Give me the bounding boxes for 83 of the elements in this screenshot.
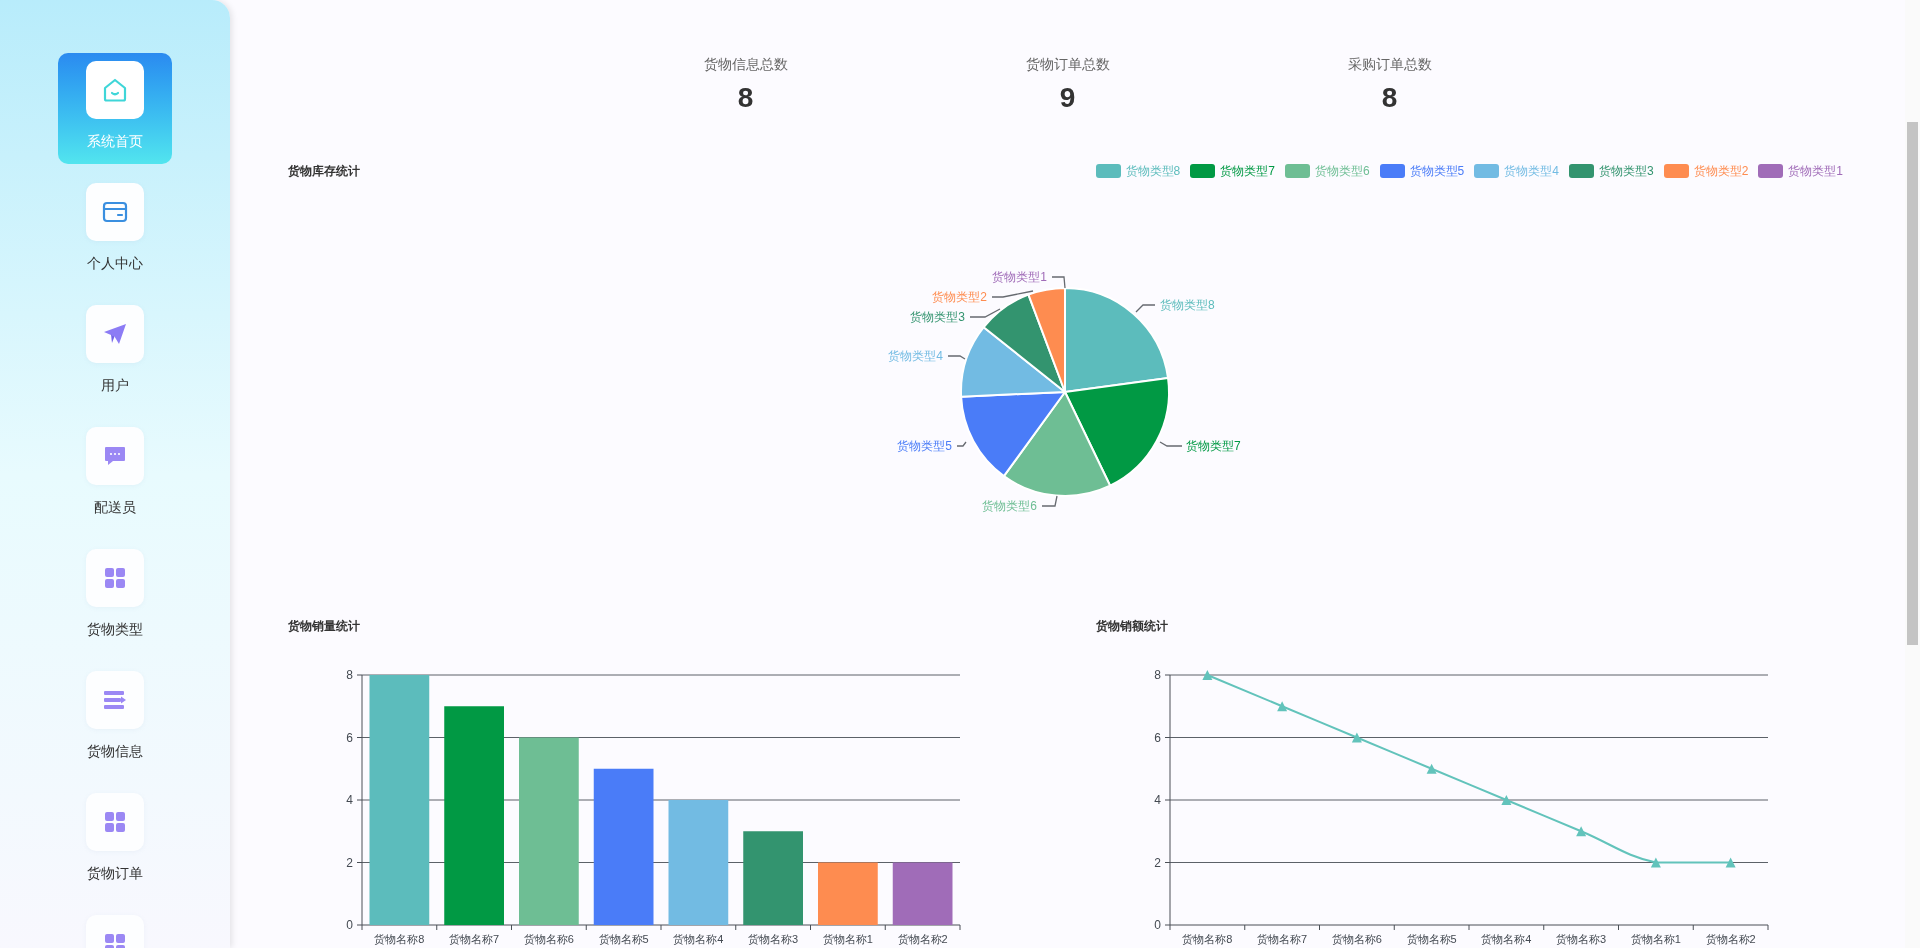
paper-plane-icon — [86, 305, 144, 363]
axis-label: 8 — [1154, 668, 1161, 682]
legend-item[interactable]: 货物类型4 — [1474, 164, 1559, 178]
axis-label: 0 — [346, 918, 353, 932]
data-point — [1725, 857, 1736, 868]
data-point — [1650, 857, 1661, 868]
legend-item[interactable]: 货物类型6 — [1284, 164, 1370, 178]
legend-item[interactable]: 货物类型2 — [1663, 164, 1749, 178]
nav-item[interactable]: 货物类型 — [58, 541, 172, 652]
pie-label: 货物类型7 — [1186, 439, 1241, 453]
data-point — [1202, 670, 1213, 680]
stat-label: 货物订单总数 — [1025, 55, 1110, 74]
chart-title: 货物销额统计 — [1096, 618, 1168, 634]
data-point — [1351, 732, 1362, 743]
legend-item[interactable]: 货物类型7 — [1190, 164, 1275, 178]
axis-label: 货物名称3 — [748, 933, 799, 945]
axis-label: 货物名称2 — [1705, 933, 1756, 945]
pie-label: 货物类型5 — [897, 439, 952, 453]
axis-label: 货物名称8 — [374, 933, 425, 945]
axis-label: 货物名称5 — [1406, 933, 1457, 945]
nav-item[interactable]: 货物订单 — [58, 785, 172, 896]
nav-item[interactable]: 用户 — [58, 297, 172, 408]
axis-label: 6 — [1154, 730, 1161, 745]
axis-label: 2 — [346, 855, 353, 870]
axis-label: 2 — [1154, 855, 1161, 870]
axis-label: 货物名称8 — [1182, 933, 1233, 945]
bar — [892, 862, 953, 925]
stat-label: 货物信息总数 — [703, 55, 788, 74]
axis-label: 货物名称6 — [1331, 933, 1382, 945]
pie-label: 货物类型1 — [992, 270, 1047, 284]
pie-label: 货物类型2 — [932, 290, 987, 304]
legend-item[interactable]: 货物类型1 — [1758, 164, 1843, 178]
chat-bubble-icon — [86, 427, 144, 485]
nav-item[interactable]: 个人中心 — [58, 175, 172, 286]
legend-item[interactable]: 货物类型5 — [1379, 164, 1465, 178]
list-icon — [86, 671, 144, 729]
axis-label: 8 — [346, 668, 353, 682]
pie-label: 货物类型6 — [982, 499, 1037, 513]
leader-line — [1051, 276, 1066, 289]
stat-value: 8 — [1381, 81, 1398, 115]
axis-label: 货物名称4 — [673, 933, 724, 945]
pie-label: 货物类型3 — [910, 310, 965, 324]
axis-label: 货物名称6 — [523, 933, 574, 945]
data-point — [1277, 701, 1288, 712]
data-point — [1426, 763, 1437, 774]
grid-icon — [86, 793, 144, 851]
leader-line — [956, 441, 967, 447]
leader-line — [991, 290, 1034, 298]
home-icon — [86, 61, 144, 119]
stat-value: 8 — [737, 81, 754, 115]
axis-label: 货物名称1 — [822, 933, 873, 945]
axis-label: 货物名称2 — [897, 933, 948, 945]
axis-label: 4 — [1154, 793, 1161, 807]
nav-item[interactable]: 货物信息 — [58, 663, 172, 774]
data-point — [1501, 795, 1512, 805]
leader-line — [947, 355, 966, 360]
axis-label: 6 — [346, 730, 353, 745]
axis-label: 0 — [1154, 918, 1161, 932]
stat-label: 采购订单总数 — [1347, 55, 1432, 74]
bar — [818, 862, 878, 925]
nav-item[interactable]: 配送员 — [58, 419, 172, 530]
pie-label: 货物类型4 — [888, 349, 943, 363]
scrollbar-thumb[interactable] — [1907, 122, 1918, 645]
stat-value: 9 — [1059, 81, 1076, 115]
axis-label: 货物名称3 — [1556, 933, 1607, 945]
axis-label: 货物名称1 — [1630, 933, 1681, 945]
axis-label: 货物名称4 — [1481, 933, 1532, 945]
leader-line — [969, 308, 1001, 318]
chart-title: 货物库存统计 — [288, 163, 360, 179]
card-icon — [86, 183, 144, 241]
axis-label: 货物名称7 — [1257, 933, 1308, 945]
axis-label: 4 — [346, 793, 353, 807]
data-point — [1576, 826, 1587, 837]
chart-title: 货物销量统计 — [288, 618, 360, 634]
legend-item[interactable]: 货物类型3 — [1568, 164, 1654, 178]
axis-label: 货物名称7 — [449, 933, 500, 945]
grid-icon — [86, 549, 144, 607]
leader-line — [1159, 441, 1183, 447]
leader-line — [1041, 495, 1058, 507]
leader-line — [1135, 304, 1156, 313]
legend-item[interactable]: 货物类型8 — [1095, 164, 1181, 178]
axis-label: 货物名称5 — [598, 933, 649, 945]
pie-label: 货物类型8 — [1160, 298, 1215, 312]
